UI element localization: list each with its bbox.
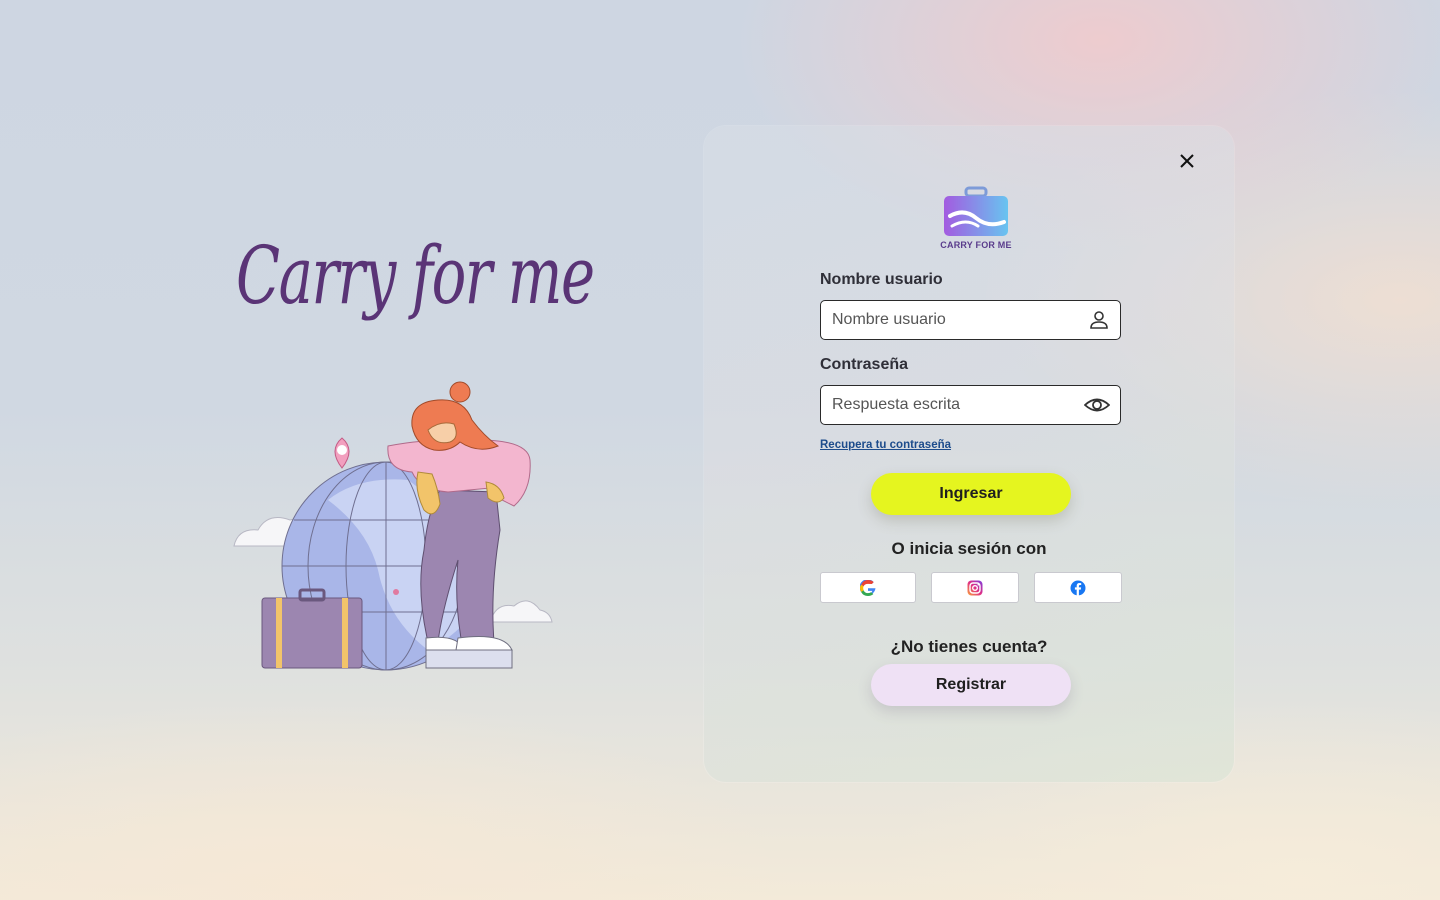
google-login-button[interactable] xyxy=(820,572,916,603)
app-logo: CARRY FOR ME xyxy=(940,186,1012,252)
close-icon[interactable] xyxy=(1176,150,1198,172)
no-account-text: ¿No tienes cuenta? xyxy=(890,637,1048,656)
person-icon xyxy=(1090,311,1108,329)
password-input[interactable] xyxy=(832,386,1082,423)
password-field[interactable] xyxy=(820,385,1121,425)
instagram-icon xyxy=(967,580,983,595)
username-label: Nombre usuario xyxy=(820,271,943,288)
facebook-icon xyxy=(1070,580,1086,595)
google-icon xyxy=(860,579,876,596)
eye-icon[interactable] xyxy=(1084,394,1110,416)
username-input[interactable] xyxy=(832,301,1082,338)
social-login-title: O inicia sesión con xyxy=(891,539,1047,558)
traveler-illustration xyxy=(233,381,553,671)
username-field[interactable] xyxy=(820,300,1121,340)
login-button[interactable]: Ingresar xyxy=(871,473,1071,515)
facebook-login-button[interactable] xyxy=(1034,572,1122,603)
logo-text: CARRY FOR ME xyxy=(940,240,1012,250)
hero-title: Carry for me xyxy=(236,229,595,322)
instagram-login-button[interactable] xyxy=(931,572,1019,603)
suitcase-logo-icon xyxy=(944,186,1008,236)
forgot-password-link[interactable]: Recupera tu contraseña xyxy=(820,439,951,451)
login-card: CARRY FOR ME Nombre usuario Contraseña R… xyxy=(704,126,1234,782)
password-label: Contraseña xyxy=(820,356,909,373)
register-button[interactable]: Registrar xyxy=(871,664,1071,706)
